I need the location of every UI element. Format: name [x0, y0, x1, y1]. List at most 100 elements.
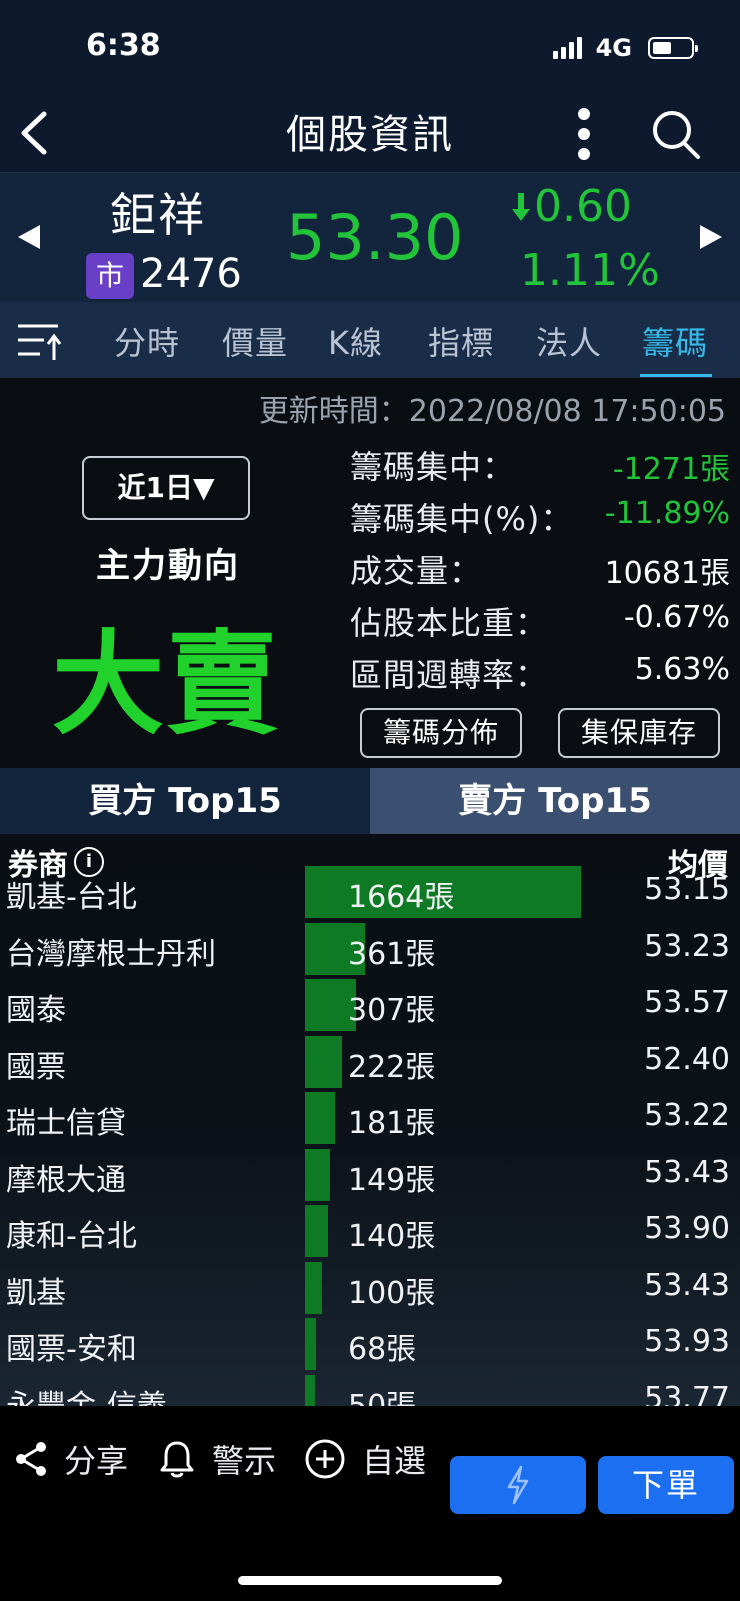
broker-quantity: 361張	[348, 936, 436, 972]
tab-seller-top15[interactable]: 賣方 Top15	[370, 768, 740, 834]
chip-distribution-button[interactable]: 籌碼分佈	[360, 708, 522, 758]
main-trend-label: 主力動向	[96, 546, 240, 586]
stat-label-volume: 成交量：	[350, 552, 483, 590]
stat-label-concentration: 籌碼集中：	[350, 448, 516, 486]
broker-quantity: 149張	[348, 1162, 436, 1198]
home-indicator	[238, 1576, 502, 1585]
tab-k-line[interactable]: K線	[328, 318, 383, 364]
broker-name: 凱基-台北	[6, 880, 137, 915]
broker-avg-price: 53.22	[644, 1098, 730, 1133]
table-row[interactable]: 瑞士信貸 181張 53.22	[0, 1090, 740, 1146]
tab-institutional[interactable]: 法人	[536, 318, 602, 364]
volume-bar	[305, 1148, 330, 1201]
search-icon[interactable]	[650, 106, 702, 162]
active-tab-indicator	[640, 374, 712, 377]
nav-header: 個股資訊	[0, 96, 740, 172]
tab-buyer-top15[interactable]: 買方 Top15	[0, 768, 370, 834]
broker-quantity: 181張	[348, 1106, 436, 1141]
tab-chips[interactable]: 籌碼	[642, 318, 708, 364]
volume-bar	[305, 1092, 335, 1144]
lightning-icon	[507, 1465, 529, 1505]
broker-avg-price: 53.15	[644, 872, 730, 907]
table-row[interactable]: 摩根大通 149張 53.43	[0, 1147, 740, 1203]
stat-label-concentration-pct: 籌碼集中(%)：	[350, 500, 574, 538]
network-type: 4G	[595, 34, 632, 62]
tab-indicators[interactable]: 指標	[428, 318, 494, 364]
share-button[interactable]: 分享	[14, 1436, 128, 1482]
alert-label: 警示	[212, 1442, 277, 1480]
broker-quantity: 50張	[348, 1388, 417, 1407]
broker-name: 凱基	[6, 1275, 66, 1311]
table-row[interactable]: 國票-安和 68張 53.93	[0, 1316, 740, 1372]
stock-price: 53.30	[286, 201, 464, 274]
battery-icon	[648, 37, 698, 59]
table-row[interactable]: 凱基-台北 1664張 53.15	[0, 864, 740, 920]
stock-header: 鉅祥 市 2476 53.30 0.60 1.11%	[0, 172, 740, 302]
broker-quantity: 68張	[348, 1332, 417, 1367]
broker-quantity: 1664張	[348, 880, 455, 915]
volume-bar	[305, 1035, 342, 1088]
broker-avg-price: 53.43	[644, 1267, 730, 1303]
table-row[interactable]: 康和-台北 140張 53.90	[0, 1203, 740, 1259]
volume-bar	[305, 1205, 328, 1257]
table-row[interactable]: 國票 222張 52.40	[0, 1034, 740, 1090]
stock-code: 2476	[140, 251, 242, 297]
custody-inventory-button[interactable]: 集保庫存	[558, 708, 720, 758]
down-arrow-icon	[512, 191, 530, 223]
stock-name: 鉅祥	[110, 188, 206, 242]
stat-value-share-ratio: -0.67%	[623, 600, 730, 635]
broker-avg-price: 53.93	[644, 1324, 730, 1359]
more-options-icon[interactable]	[572, 104, 596, 164]
broker-name: 國泰	[6, 993, 66, 1028]
place-order-button[interactable]: 下單	[598, 1456, 734, 1514]
watchlist-label: 自選	[362, 1442, 427, 1480]
bottom-toolbar: 分享 警示 自選 下單	[0, 1406, 740, 1601]
tab-bar: 分時 價量 K線 指標 法人 籌碼	[0, 302, 740, 378]
price-change: 0.60	[512, 181, 632, 232]
stat-value-turnover: 5.63%	[634, 652, 730, 687]
stat-label-share-ratio: 佔股本比重：	[350, 604, 549, 642]
stat-label-turnover: 區間週轉率：	[350, 656, 549, 694]
quick-order-button[interactable]	[450, 1456, 586, 1514]
prev-stock-arrow-icon[interactable]	[18, 225, 40, 249]
broker-avg-price: 53.77	[644, 1380, 730, 1407]
sort-menu-icon[interactable]	[14, 320, 64, 364]
range-dropdown[interactable]: 近1日▼	[82, 456, 250, 520]
update-time: 更新時間：2022/08/08 17:50:05	[258, 394, 726, 429]
status-indicators: 4G	[552, 34, 698, 62]
tab-price-volume[interactable]: 價量	[222, 318, 288, 364]
broker-avg-price: 52.40	[644, 1041, 730, 1077]
broker-name: 永豐金-信義	[6, 1388, 167, 1407]
alert-button[interactable]: 警示	[158, 1436, 276, 1482]
broker-name: 台灣摩根士丹利	[6, 936, 216, 972]
table-row[interactable]: 永豐金-信義 50張 53.77	[0, 1373, 740, 1407]
page-title: 個股資訊	[286, 112, 454, 158]
status-bar: 6:38 4G	[0, 0, 740, 96]
volume-bar	[305, 1318, 316, 1370]
broker-avg-price: 53.57	[644, 985, 730, 1020]
broker-table: 券商 i 均價 凱基-台北 1664張 53.15 台灣摩根士丹利 361張 53.23 國…	[0, 834, 740, 1406]
plus-circle-icon	[305, 1439, 345, 1479]
broker-avg-price: 53.90	[644, 1211, 730, 1246]
broker-avg-price: 53.43	[644, 1154, 730, 1190]
table-row[interactable]: 國泰 307張 53.57	[0, 977, 740, 1033]
signal-icon	[552, 37, 582, 59]
broker-name: 瑞士信貸	[6, 1106, 126, 1141]
broker-name: 國票-安和	[6, 1332, 137, 1367]
stat-value-volume: 10681張	[604, 556, 730, 591]
table-row[interactable]: 台灣摩根士丹利 361張 53.23	[0, 921, 740, 977]
add-watchlist-button[interactable]: 自選	[304, 1436, 426, 1482]
volume-bar	[305, 1374, 315, 1406]
stat-value-concentration-pct: -11.89%	[604, 496, 730, 531]
broker-quantity: 307張	[348, 993, 436, 1028]
broker-name: 康和-台北	[6, 1219, 137, 1254]
table-row[interactable]: 凱基 100張 53.43	[0, 1260, 740, 1316]
next-stock-arrow-icon[interactable]	[700, 225, 722, 249]
tab-time-share[interactable]: 分時	[114, 318, 180, 364]
broker-name: 摩根大通	[6, 1162, 126, 1198]
market-badge: 市	[86, 253, 134, 299]
volume-bar	[305, 1261, 322, 1314]
share-icon	[16, 1442, 46, 1476]
share-label: 分享	[64, 1442, 129, 1480]
stat-value-concentration: -1271張	[612, 452, 730, 487]
